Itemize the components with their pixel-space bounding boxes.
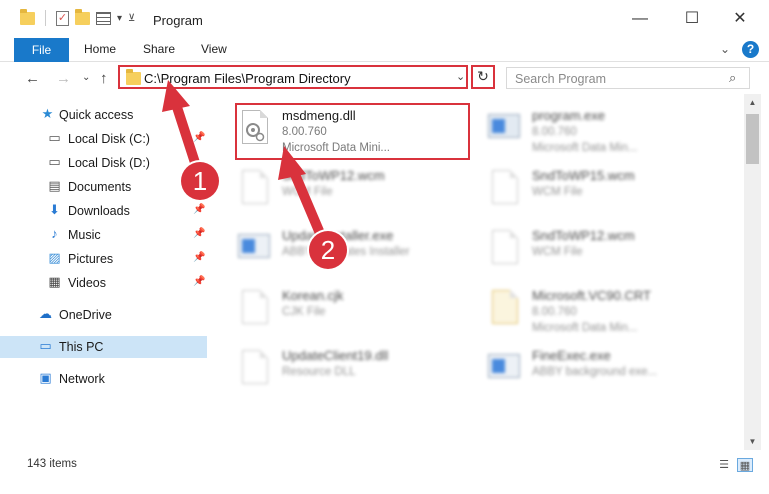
pictures-icon: ▨ [48, 250, 61, 265]
search-icon[interactable]: ⌕ [729, 70, 736, 86]
title-bar: ✓ ▾ ⊻ Program — ☐ ✕ [0, 0, 769, 38]
manifest-icon [486, 288, 520, 330]
file-icon [236, 168, 270, 210]
file-icon [486, 168, 520, 210]
back-arrow-icon[interactable]: ← [25, 70, 40, 87]
status-bar: 143 items ☰ ▦ [0, 450, 769, 494]
help-icon[interactable]: ? [742, 41, 759, 58]
documents-icon: ▤ [48, 178, 61, 193]
tiles-view-icon[interactable]: ▦ [737, 458, 753, 472]
app-icon [486, 348, 520, 390]
sidebar-item-pictures[interactable]: ▨ Pictures 📌 [0, 248, 207, 270]
folder-icon [126, 69, 141, 85]
file-item-sndtowp12-wcm-2[interactable]: SndToWP12.wcm WCM File [482, 222, 722, 278]
tab-file[interactable]: File [14, 38, 69, 62]
file-icon [236, 288, 270, 330]
chevron-down-icon[interactable]: ⌄ [456, 70, 465, 83]
pin-icon[interactable]: 📌 [193, 204, 205, 215]
tab-share[interactable]: Share [143, 38, 175, 62]
customize-toolbar-icon[interactable]: ⊻ [128, 13, 135, 24]
recent-locations-icon[interactable]: ⌄ [82, 72, 90, 83]
drive-icon: ▭ [48, 154, 61, 169]
sidebar-item-documents[interactable]: ▤ Documents 📌 [0, 176, 207, 198]
file-item-updateclient19-dll[interactable]: UpdateClient19.dll Resource DLL [232, 342, 472, 398]
close-button[interactable]: ✕ [720, 6, 760, 32]
address-path[interactable]: C:\Program Files\Program Directory [144, 71, 351, 86]
ribbon-tabs: File Home Share View ⌄ ? [0, 38, 769, 62]
minimize-button[interactable]: — [620, 6, 660, 32]
file-item-sndtowp12-wcm[interactable]: SndToWP12.wcm WCM File [232, 162, 472, 218]
dll-icon [236, 348, 270, 390]
expand-ribbon-icon[interactable]: ⌄ [720, 42, 730, 56]
address-bar-row: ← → ⌄ ↑ C:\Program Files\Program Directo… [0, 62, 769, 94]
sidebar-item-quick-access[interactable]: ★ Quick access [0, 104, 207, 126]
toolbar-divider [45, 10, 46, 26]
tab-home[interactable]: Home [84, 38, 116, 62]
sidebar-item-music[interactable]: ♪ Music 📌 [0, 224, 207, 246]
file-item-updateinstaller-exe[interactable]: UpdateInstaller.exe ABBYY Updates Instal… [232, 222, 472, 278]
scroll-thumb[interactable] [746, 114, 759, 164]
scroll-up-icon[interactable]: ▲ [744, 94, 761, 111]
properties-check-icon[interactable]: ✓ [56, 10, 69, 26]
sidebar-item-this-pc[interactable]: ▭ This PC [0, 336, 207, 358]
sidebar-item-downloads[interactable]: ⬇ Downloads 📌 [0, 200, 207, 222]
refresh-button[interactable]: ↻ [471, 65, 495, 89]
vertical-scrollbar[interactable]: ▲ ▼ [744, 94, 761, 450]
step-1-badge: 1 [181, 162, 219, 200]
computer-icon: ▭ [39, 338, 52, 353]
star-icon: ★ [41, 106, 54, 121]
file-icon [486, 228, 520, 270]
videos-icon: ▦ [48, 274, 61, 289]
music-icon: ♪ [51, 226, 58, 241]
navigation-pane: ★ Quick access ▭ Local Disk (C:) 📌 ▭ Loc… [0, 94, 210, 450]
pin-icon[interactable]: 📌 [193, 252, 205, 263]
drive-icon: ▭ [48, 130, 61, 145]
details-view-icon[interactable]: ☰ [716, 458, 732, 472]
maximize-button[interactable]: ☐ [672, 6, 712, 32]
file-highlight-box [235, 103, 470, 160]
folder-icon [20, 8, 35, 25]
sidebar-item-network[interactable]: ▣ Network [0, 368, 207, 390]
pin-icon[interactable]: 📌 [193, 132, 205, 143]
app-icon [236, 228, 270, 270]
chevron-down-icon[interactable]: ▾ [117, 13, 122, 24]
up-arrow-icon[interactable]: ↑ [100, 70, 108, 87]
properties-icon[interactable] [96, 11, 111, 25]
cloud-icon: ☁ [39, 306, 52, 321]
search-input[interactable]: Search Program ⌕ [506, 67, 750, 89]
address-bar[interactable]: C:\Program Files\Program Directory ⌄ [118, 65, 468, 89]
file-item-sndtowp15-wcm[interactable]: SndToWP15.wcm WCM File [482, 162, 722, 218]
network-icon: ▣ [39, 370, 52, 385]
sidebar-item-videos[interactable]: ▦ Videos 📌 [0, 272, 207, 294]
scroll-down-icon[interactable]: ▼ [744, 433, 761, 450]
file-item-fineexec-exe[interactable]: FineExec.exe ABBY background exe... [482, 342, 722, 398]
exe-icon [486, 108, 520, 150]
window-title: Program [153, 13, 203, 28]
item-count: 143 items [27, 458, 77, 470]
quick-access-toolbar: ✓ ▾ ⊻ [20, 8, 135, 26]
search-placeholder: Search Program [515, 72, 607, 86]
forward-arrow-icon[interactable]: → [56, 70, 71, 87]
pin-icon[interactable]: 📌 [193, 276, 205, 287]
sidebar-item-local-disk-c[interactable]: ▭ Local Disk (C:) 📌 [0, 128, 207, 150]
step-2-badge: 2 [309, 231, 347, 269]
pin-icon[interactable]: 📌 [193, 228, 205, 239]
new-folder-icon[interactable] [75, 8, 90, 25]
file-item-program-exe[interactable]: program.exe 8.00.760 Microsoft Data Min.… [482, 102, 722, 158]
file-item-microsoft-vc90-crt[interactable]: Microsoft.VC90.CRT 8.00.760 Microsoft Da… [482, 282, 722, 338]
file-item-korean-cjk[interactable]: Korean.cjk CJK File [232, 282, 472, 338]
downloads-icon: ⬇ [49, 202, 60, 217]
sidebar-item-onedrive[interactable]: ☁ OneDrive [0, 304, 207, 326]
tab-view[interactable]: View [201, 38, 227, 62]
sidebar-item-local-disk-d[interactable]: ▭ Local Disk (D:) [0, 152, 207, 174]
